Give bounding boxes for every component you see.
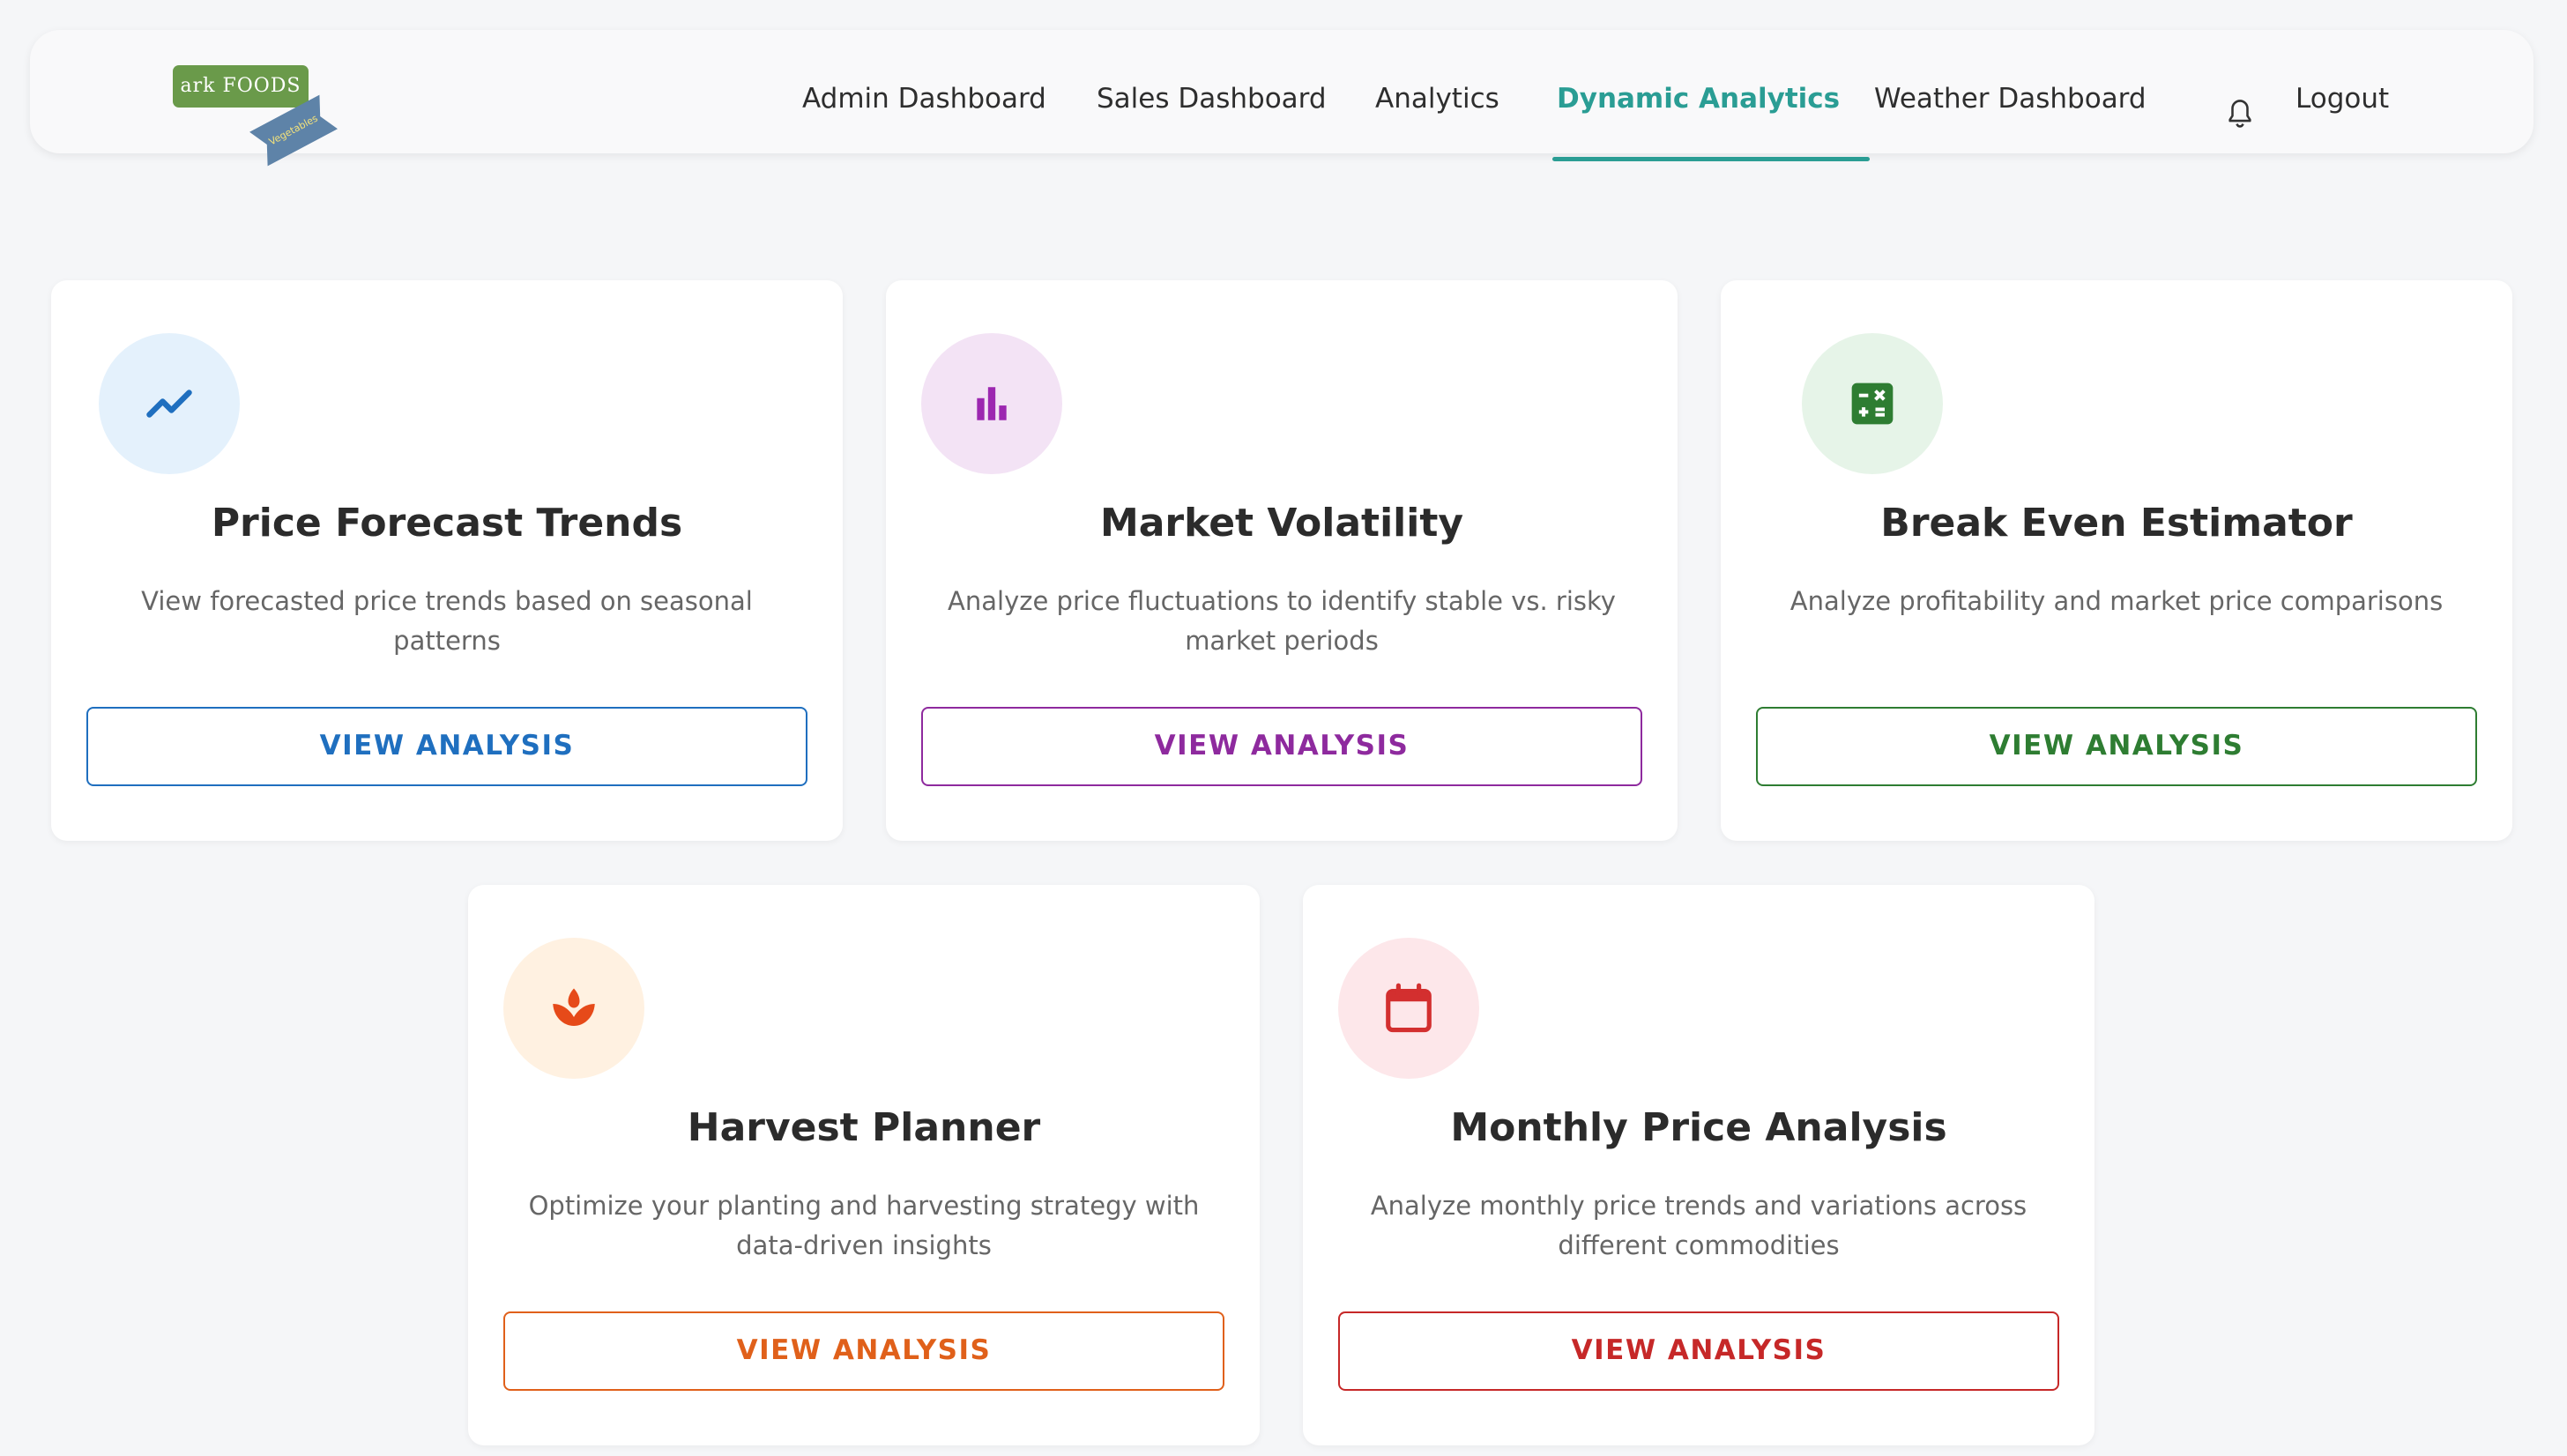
active-tab-indicator	[1552, 157, 1870, 161]
card-description: View forecasted price trends based on se…	[141, 586, 753, 656]
bell-icon[interactable]	[2225, 97, 2255, 132]
card-monthly-price-analysis: Monthly Price Analysis Analyze monthly p…	[1303, 885, 2095, 1445]
calculator-icon	[1802, 333, 1943, 474]
card-title: Monthly Price Analysis	[1450, 1105, 1947, 1150]
plant-icon	[503, 938, 644, 1079]
card-title: Harvest Planner	[687, 1105, 1041, 1150]
top-navbar: ark FOODS Vegetables Admin Dashboard Sal…	[30, 30, 2534, 153]
trending-up-icon	[99, 333, 240, 474]
view-analysis-button[interactable]: VIEW ANALYSIS	[921, 707, 1642, 786]
nav-analytics[interactable]: Analytics	[1375, 72, 1499, 125]
card-market-volatility: Market Volatility Analyze price fluctuat…	[886, 280, 1678, 841]
nav-dynamic-analytics[interactable]: Dynamic Analytics	[1557, 72, 1840, 125]
calendar-icon	[1338, 938, 1479, 1079]
card-description: Analyze profitability and market price c…	[1789, 586, 2444, 616]
card-harvest-planner: Harvest Planner Optimize your planting a…	[468, 885, 1260, 1445]
view-analysis-button[interactable]: VIEW ANALYSIS	[86, 707, 807, 786]
nav-admin-dashboard[interactable]: Admin Dashboard	[802, 72, 1046, 125]
logout-button[interactable]: Logout	[2295, 72, 2389, 125]
card-description: Analyze price fluctuations to identify s…	[948, 586, 1616, 656]
bar-chart-icon	[921, 333, 1062, 474]
card-break-even-estimator: Break Even Estimator Analyze profitabili…	[1721, 280, 2512, 841]
nav-sales-dashboard[interactable]: Sales Dashboard	[1097, 72, 1327, 125]
card-description: Analyze monthly price trends and variati…	[1370, 1191, 2028, 1260]
card-title: Break Even Estimator	[1880, 501, 2353, 546]
view-analysis-button[interactable]: VIEW ANALYSIS	[1338, 1311, 2059, 1391]
card-description: Optimize your planting and harvesting st…	[528, 1191, 1200, 1260]
view-analysis-button[interactable]: VIEW ANALYSIS	[1756, 707, 2477, 786]
card-price-forecast-trends: Price Forecast Trends View forecasted pr…	[51, 280, 843, 841]
nav-links: Admin Dashboard Sales Dashboard Analytic…	[30, 30, 2534, 153]
card-title: Price Forecast Trends	[211, 501, 683, 546]
view-analysis-button[interactable]: VIEW ANALYSIS	[503, 1311, 1224, 1391]
card-title: Market Volatility	[1099, 501, 1464, 546]
nav-weather-dashboard[interactable]: Weather Dashboard	[1874, 72, 2147, 125]
